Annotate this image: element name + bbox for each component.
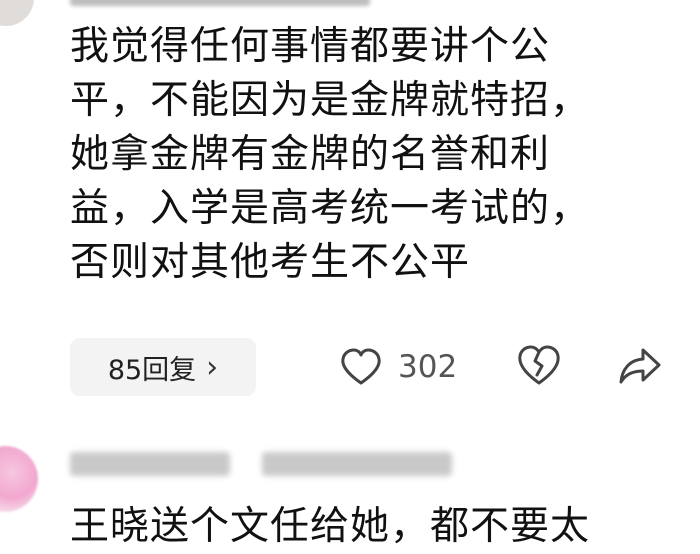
like-count: 302 [398,349,458,385]
like-button[interactable]: 302 [340,344,457,390]
user-meta-blurred [262,452,452,476]
comment-line: 平，不能因为是金牌就特招， [70,78,591,123]
broken-heart-icon [518,345,560,385]
share-arrow-icon [619,348,661,384]
share-button[interactable] [618,346,662,390]
dislike-button[interactable] [516,344,562,390]
replies-count-label: 85回复 [107,354,197,386]
user-avatar[interactable] [0,0,34,26]
heart-outline-icon [341,348,381,385]
user-avatar[interactable] [0,446,38,512]
comment-text-partial: 王晓送个文任给她，都不要太 [70,504,591,549]
replies-button[interactable]: 85回复 › [70,338,256,396]
chevron-right-icon: › [206,349,219,385]
comment-line: 否则对其他考生不公平 [70,240,471,285]
comment-text: 我觉得任何事情都要讲个公 平，不能因为是金牌就特招， 她拿金牌有金牌的名誉和利 … [70,20,690,290]
username-blurred [70,0,370,6]
comment-line: 她拿金牌有金牌的名誉和利 [70,132,551,177]
comment-line: 益，入学是高考统一考试的， [70,186,591,231]
username-blurred [70,452,230,476]
comment-line: 我觉得任何事情都要讲个公 [70,24,551,69]
